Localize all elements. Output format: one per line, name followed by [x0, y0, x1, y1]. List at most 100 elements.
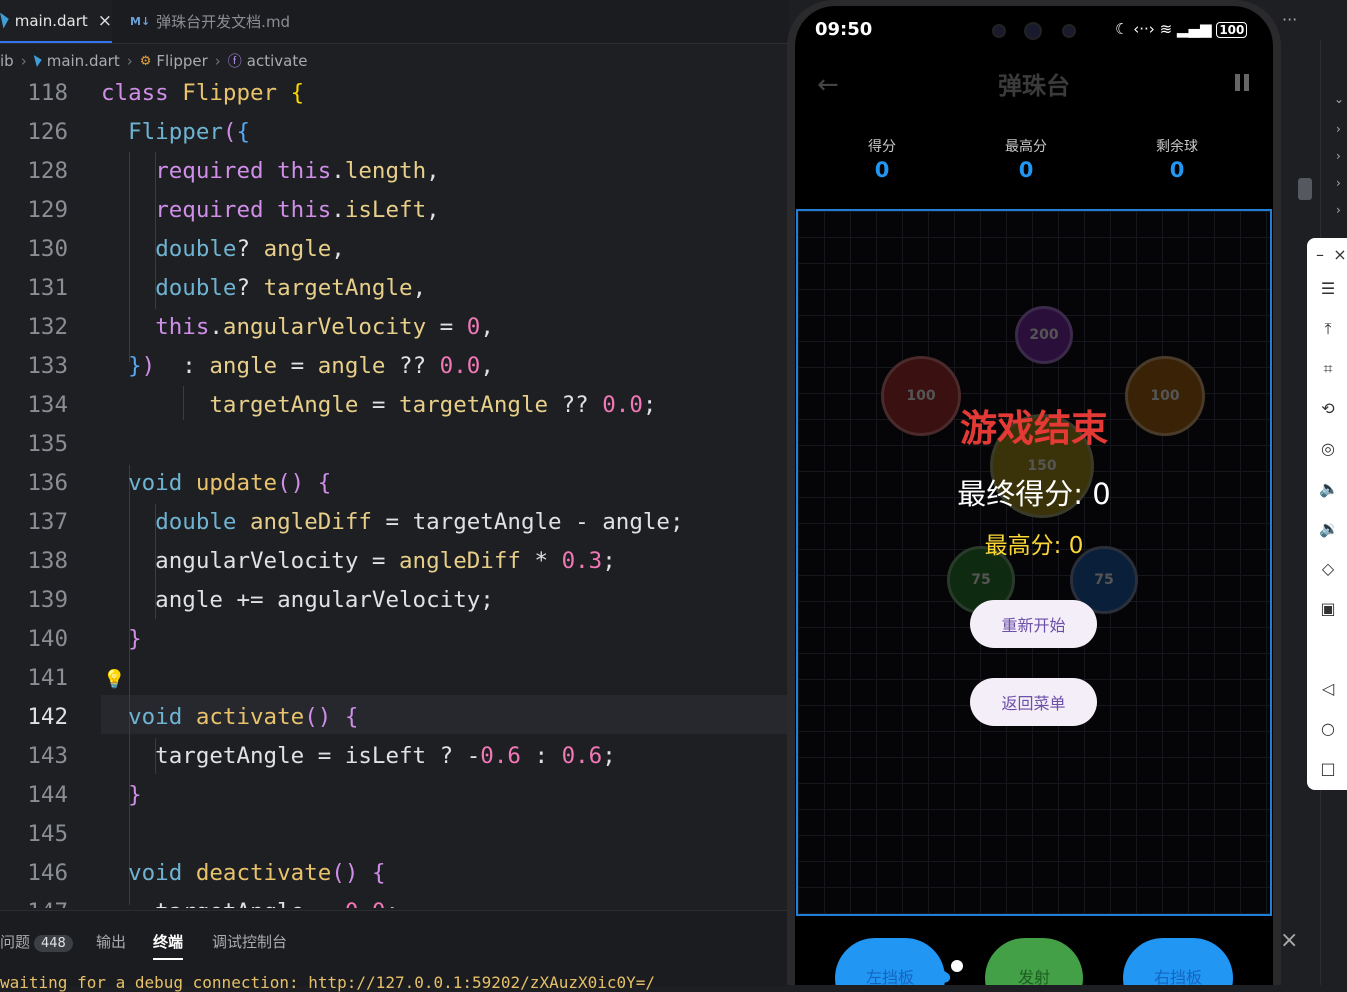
- code-editor[interactable]: 118 class Flipper { 126 Flipper({ 128 req…: [0, 74, 790, 908]
- scrollbar-thumb[interactable]: [1298, 178, 1312, 200]
- chevron-right-icon[interactable]: ›: [1336, 149, 1341, 163]
- camera-lens: [1024, 22, 1042, 40]
- markdown-file-icon: M↓: [130, 15, 151, 28]
- line-number: 126: [27, 119, 68, 145]
- stat-label: 剩余球: [1156, 139, 1198, 155]
- bottom-panel: 问题 448 输出 终端 调试控制台 waiting for a debug co…: [0, 910, 790, 992]
- tab-label: 问题: [0, 933, 31, 951]
- line-number: 140: [27, 626, 68, 652]
- line-number: 134: [27, 392, 68, 418]
- dart-file-icon: [33, 55, 42, 67]
- tab-output[interactable]: 输出: [96, 931, 126, 952]
- stat-value: 0: [1018, 158, 1034, 182]
- code-line: 134 targetAngle = targetAngle ?? 0.0;: [0, 386, 790, 425]
- chevron-right-icon[interactable]: ›: [1336, 176, 1341, 190]
- tab-dev-doc[interactable]: M↓ 弹珠台开发文档.md: [130, 0, 290, 43]
- editor-tab-bar: main.dart × M↓ 弹珠台开发文档.md: [0, 0, 790, 44]
- code-line: 132 this.angularVelocity = 0,: [0, 308, 790, 347]
- line-number: 146: [27, 860, 68, 886]
- bumper-label: 75: [1094, 572, 1114, 588]
- lightbulb-icon[interactable]: 💡: [103, 669, 125, 690]
- code-line: 129 required this.isLeft,: [0, 191, 790, 230]
- line-number: 142: [27, 704, 68, 730]
- line-number: 137: [27, 509, 68, 535]
- code-line: 128 required this.length,: [0, 152, 790, 191]
- back-to-menu-button[interactable]: 返回菜单: [970, 678, 1097, 726]
- page-title: 弹珠台: [998, 72, 1070, 100]
- final-score: 最终得分: 0: [957, 477, 1111, 511]
- bumper-label: 75: [971, 572, 991, 588]
- crop-icon[interactable]: ⌗: [1319, 360, 1337, 378]
- breadcrumb-item[interactable]: Flipper: [156, 52, 207, 70]
- code-line: 147 targetAngle = 0.0;: [0, 893, 790, 908]
- camera-dot: [992, 24, 1006, 38]
- line-number: 136: [27, 470, 68, 496]
- pin-top-icon[interactable]: ⤒: [1319, 320, 1337, 338]
- line-number: 138: [27, 548, 68, 574]
- line-number: 118: [27, 80, 68, 106]
- minimize-icon[interactable]: –: [1311, 246, 1329, 264]
- bumper: 200: [1015, 306, 1073, 364]
- close-icon[interactable]: ×: [1331, 246, 1347, 264]
- recents-icon[interactable]: □: [1319, 760, 1337, 778]
- tab-label: main.dart: [14, 11, 88, 30]
- restart-button[interactable]: 重新开始: [970, 600, 1097, 648]
- tab-close-icon[interactable]: ×: [98, 11, 112, 31]
- tab-problems[interactable]: 问题 448: [0, 931, 73, 952]
- device-screen[interactable]: 09:50 ☾ ‹··› ≋ ▂▄▆ 100 ← 弹珠台 得分 0 最高分 0 …: [795, 6, 1273, 985]
- status-icons: ☾ ‹··› ≋ ▂▄▆ 100: [1115, 20, 1248, 38]
- chevron-right-icon: ›: [214, 52, 221, 70]
- tab-terminal[interactable]: 终端: [153, 931, 184, 960]
- stat-label: 最高分: [1005, 139, 1047, 155]
- launch-button[interactable]: 发射: [985, 938, 1083, 985]
- stat-score: 得分 0: [822, 136, 942, 182]
- bumper-label: 200: [1029, 327, 1059, 343]
- chevron-right-icon[interactable]: ›: [1336, 122, 1341, 136]
- line-number: 130: [27, 236, 68, 262]
- menu-icon[interactable]: ☰: [1319, 280, 1337, 298]
- more-icon[interactable]: ···: [1282, 10, 1297, 29]
- pause-icon[interactable]: [1235, 74, 1249, 91]
- code-line: 140 }: [0, 620, 790, 659]
- line-number: 131: [27, 275, 68, 301]
- tab-debug-console[interactable]: 调试控制台: [212, 931, 287, 952]
- method-icon: ⓕ: [227, 54, 242, 70]
- terminal-output-line: waiting for a debug connection: http://1…: [0, 973, 656, 992]
- code-line: 142 void activate() {: [0, 698, 790, 737]
- chevron-down-icon[interactable]: ⌄: [1334, 92, 1344, 106]
- line-number: 133: [27, 353, 68, 379]
- location-icon[interactable]: ◎: [1319, 440, 1337, 458]
- breadcrumb-item[interactable]: main.dart: [47, 52, 120, 70]
- chevron-right-icon[interactable]: ›: [1336, 203, 1341, 217]
- line-number: 147: [0, 893, 68, 908]
- stat-high-score: 最高分 0: [966, 136, 1086, 182]
- close-icon[interactable]: ×: [1280, 928, 1298, 953]
- volume-down-icon[interactable]: 🔉: [1319, 520, 1339, 538]
- breadcrumb: ib › main.dart › ⚙ Flipper › ⓕ activate: [0, 48, 307, 74]
- breadcrumb-item[interactable]: activate: [247, 52, 308, 70]
- tab-main-dart[interactable]: main.dart ×: [0, 0, 112, 43]
- class-icon: ⚙: [139, 53, 152, 69]
- code-line: 137 double angleDiff = targetAngle - ang…: [0, 503, 790, 542]
- volume-up-icon[interactable]: 🔈: [1319, 480, 1339, 498]
- home-icon[interactable]: ○: [1319, 720, 1337, 738]
- breadcrumb-item[interactable]: ib: [0, 52, 14, 70]
- back-icon[interactable]: ◁: [1319, 680, 1337, 698]
- stat-balls-left: 剩余球 0: [1117, 136, 1237, 182]
- chevron-right-icon: ›: [126, 52, 133, 70]
- signal-icon: ▂▄▆: [1176, 20, 1212, 38]
- data-transfer-icon: ‹··›: [1133, 20, 1155, 38]
- rotate-icon[interactable]: ⟲: [1319, 400, 1337, 418]
- chevron-right-icon: ›: [20, 52, 27, 70]
- line-number: 143: [27, 743, 68, 769]
- code-line: 118 class Flipper {: [0, 74, 790, 113]
- camera-dot: [1062, 24, 1076, 38]
- right-flipper-button[interactable]: 右挡板: [1123, 938, 1233, 985]
- flipper-pivot: [951, 960, 963, 972]
- best-score: 最高分: 0: [984, 533, 1084, 559]
- code-line: 130 double? angle,: [0, 230, 790, 269]
- code-line: 145: [0, 815, 790, 854]
- erase-icon[interactable]: ◇: [1319, 560, 1337, 578]
- screenshot-icon[interactable]: ▣: [1319, 600, 1337, 618]
- code-line: 131 double? targetAngle,: [0, 269, 790, 308]
